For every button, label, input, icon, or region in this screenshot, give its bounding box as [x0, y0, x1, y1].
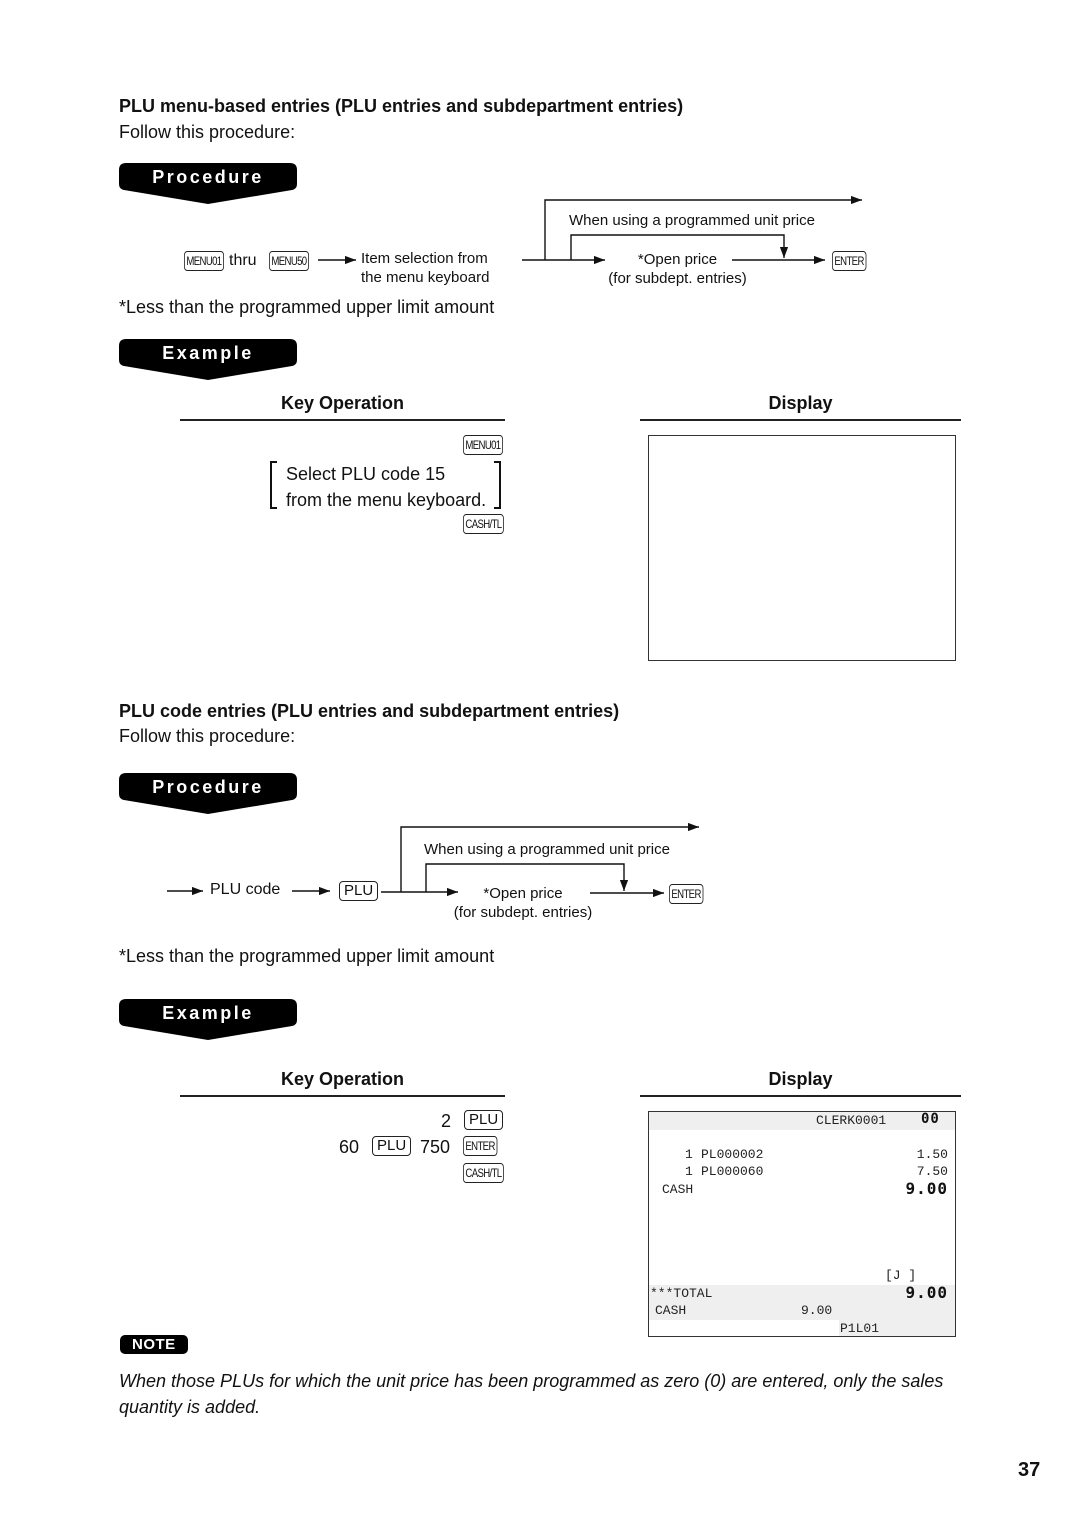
enter-key: ENTER	[669, 884, 704, 904]
cash-tl-key: CASH/TL	[463, 1163, 504, 1183]
item-name: PL000060	[701, 1164, 764, 1179]
footnote: *Less than the programmed upper limit am…	[119, 297, 495, 317]
example-banner: Example	[118, 998, 298, 1042]
open-price-label: *Open price (for subdept. entries)	[437, 884, 609, 922]
enter-key: ENTER	[832, 251, 867, 271]
key-operation-header: Key Operation	[280, 1069, 405, 1089]
note-badge: NOTE	[120, 1335, 188, 1354]
key-value: 2	[441, 1111, 452, 1131]
total-label: ***TOTAL	[650, 1286, 713, 1301]
page-number: 37	[1018, 1459, 1041, 1481]
cash-label: CASH	[662, 1182, 694, 1197]
open-price-line1: *Open price	[637, 251, 718, 268]
open-price-line2: (for subdept. entries)	[453, 904, 593, 921]
open-price-line1: *Open price	[483, 885, 563, 902]
section-intro: Follow this procedure:	[119, 726, 296, 746]
plu-code-label: PLU code	[210, 881, 281, 898]
item-amount: 7.50	[916, 1164, 948, 1179]
bracket-line2: from the menu keyboard.	[286, 490, 487, 510]
item-qty: 1	[685, 1164, 693, 1179]
enter-key: ENTER	[463, 1136, 498, 1156]
thru-label: thru	[229, 252, 257, 269]
flow-bypass-outer	[400, 822, 699, 892]
total-amount: 9.00	[905, 1283, 948, 1302]
divider	[640, 1095, 961, 1097]
divider	[180, 419, 505, 421]
bypass-label: When using a programmed unit price	[424, 841, 670, 858]
display-panel: CLERK0001 00 1 PL000002 1.50 1 PL000060 …	[648, 1111, 956, 1337]
note-text: When those PLUs for which the unit price…	[119, 1371, 944, 1417]
divider	[640, 419, 961, 421]
procedure-label: Procedure	[152, 777, 264, 797]
open-price-line2: (for subdept. entries)	[608, 270, 747, 287]
key-value: 750	[420, 1137, 451, 1157]
item-amount: 1.50	[916, 1147, 948, 1162]
bracket-line1: Select PLU code 15	[286, 464, 446, 484]
display-header: Display	[768, 1069, 833, 1089]
item-name: PL000002	[701, 1147, 764, 1162]
divider	[180, 1095, 505, 1097]
flow-diagram-1-lines	[318, 195, 862, 265]
plu-key: PLU	[464, 1110, 504, 1130]
item-qty: 1	[685, 1147, 693, 1162]
bypass-label: When using a programmed unit price	[569, 212, 815, 229]
bracket-instruction: Select PLU code 15 from the menu keyboar…	[286, 461, 486, 513]
example-banner: Example	[118, 338, 298, 382]
header-code: 00	[921, 1111, 940, 1127]
footnote: *Less than the programmed upper limit am…	[119, 946, 495, 966]
display-panel-empty	[648, 435, 956, 661]
menu01-key: MENU01	[463, 435, 503, 455]
item-selection-line2: the menu keyboard	[361, 269, 490, 286]
footer-cash-label: CASH	[655, 1303, 687, 1318]
example-label: Example	[162, 343, 254, 363]
key-operation-header: Key Operation	[280, 393, 405, 413]
journal-indicator: [J ]	[885, 1268, 917, 1283]
open-price-label: *Open price (for subdept. entries)	[590, 250, 765, 288]
section-title-plu-code: PLU code entries (PLU entries and subdep…	[119, 701, 620, 721]
cash-amount: 9.00	[905, 1179, 948, 1198]
cash-tl-key: CASH/TL	[463, 514, 504, 534]
footer-code: P1L01	[840, 1321, 880, 1336]
clerk-name: CLERK0001	[816, 1113, 887, 1128]
key-value: 60	[339, 1137, 360, 1157]
item-selection-label: Item selection from the menu keyboard	[361, 249, 489, 287]
header-band	[649, 1112, 955, 1130]
display-header: Display	[768, 393, 833, 413]
item-selection-line1: Item selection from	[361, 250, 488, 267]
plu-key: PLU	[339, 881, 379, 901]
menu50-key: MENU50	[269, 251, 309, 271]
plu-key: PLU	[372, 1136, 412, 1156]
footer-cash-amount: 9.00	[801, 1303, 833, 1318]
example-label: Example	[162, 1003, 254, 1023]
menu01-key: MENU01	[184, 251, 224, 271]
